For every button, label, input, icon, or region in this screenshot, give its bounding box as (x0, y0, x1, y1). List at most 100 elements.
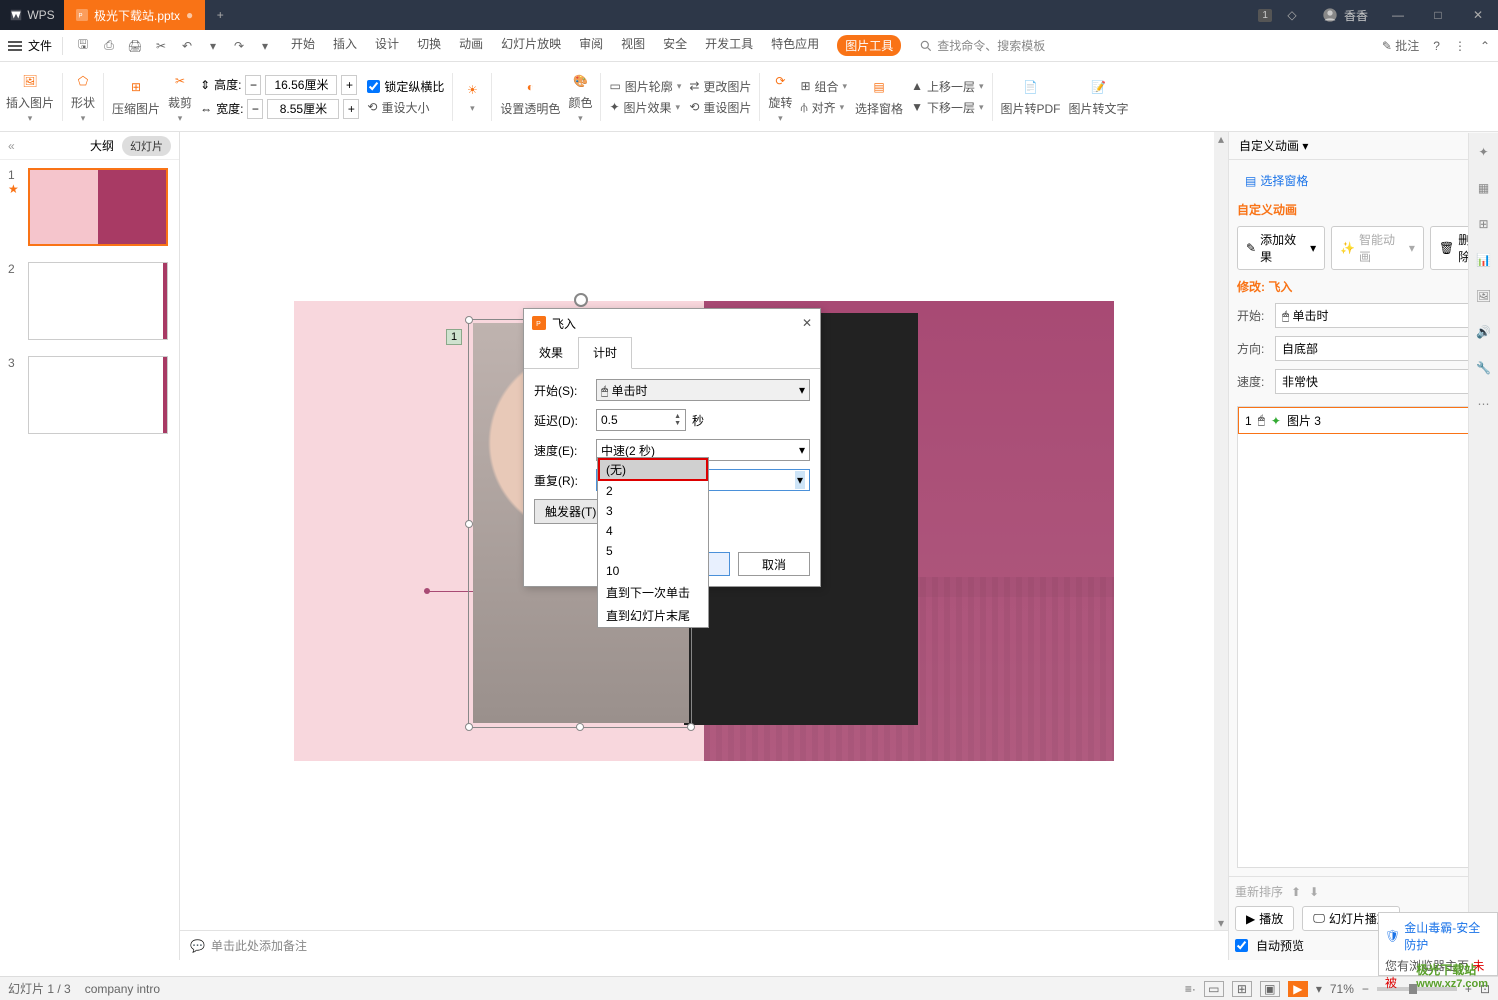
format-painter-icon[interactable]: ✂ (151, 39, 171, 53)
animation-tag[interactable]: 1 (446, 329, 462, 345)
scroll-down-icon[interactable]: ▾ (1214, 916, 1228, 930)
shape-button[interactable]: ⬠ 形状▾ (71, 70, 95, 124)
image-icon[interactable]: 🖼 (1475, 287, 1493, 305)
handle-br[interactable] (687, 723, 695, 731)
vertical-scrollbar[interactable]: ▴ ▾ (1214, 132, 1228, 930)
review-button[interactable]: ✎ 批注 (1382, 37, 1419, 54)
scroll-up-icon[interactable]: ▴ (1214, 132, 1228, 146)
undo-dropdown[interactable]: ▾ (203, 39, 223, 53)
smart-anim-button[interactable]: ✨ 智能动画 ▾ (1331, 226, 1424, 270)
reset-pic-button[interactable]: ⟲ 重设图片 (689, 99, 751, 116)
user-area[interactable]: 香香 (1312, 7, 1378, 24)
change-pic-button[interactable]: ⇄ 更改图片 (689, 78, 751, 95)
move-down-button[interactable]: ▼ 下移一层 ▾ (911, 99, 983, 116)
height-plus[interactable]: + (341, 75, 357, 95)
direction-select[interactable]: 自底部▾ (1275, 336, 1490, 361)
dlg-start-combo[interactable]: 🖱 单击时▾ (596, 379, 810, 401)
width-minus[interactable]: − (247, 99, 263, 119)
crop-button[interactable]: ✂ 裁剪▾ (168, 70, 192, 124)
notes-bar[interactable]: 💬 单击此处添加备注 (180, 930, 1228, 960)
redo-icon[interactable]: ↷ (229, 39, 249, 53)
dialog-tab-timing[interactable]: 计时 (578, 337, 632, 369)
audio-icon[interactable]: 🔊 (1475, 323, 1493, 341)
dropdown-option[interactable]: 直到下一次单击 (598, 581, 708, 604)
slides-tab[interactable]: 幻灯片 (122, 136, 171, 156)
dlg-cancel-button[interactable]: 取消 (738, 552, 810, 576)
more-icon[interactable]: ⋮ (1454, 39, 1466, 53)
handle-bl[interactable] (465, 723, 473, 731)
pic-to-text-button[interactable]: 📝 图片转文字 (1069, 76, 1129, 117)
dialog-close-icon[interactable]: ✕ (802, 316, 812, 330)
tab-view[interactable]: 视图 (621, 35, 645, 56)
print-icon[interactable]: 🖨 (125, 39, 145, 53)
dropdown-option[interactable]: 10 (598, 561, 708, 581)
slideshow-view-icon[interactable]: ▶ (1288, 981, 1308, 997)
speed-select[interactable]: 非常快▾ (1275, 369, 1490, 394)
tab-design[interactable]: 设计 (375, 35, 399, 56)
dropdown-option[interactable]: 3 (598, 501, 708, 521)
pic-to-pdf-button[interactable]: 📄 图片转PDF (1001, 76, 1061, 117)
handle-ml[interactable] (465, 520, 473, 528)
play-button[interactable]: ▶ 播放 (1235, 906, 1294, 931)
dropdown-option[interactable]: 5 (598, 541, 708, 561)
animation-item[interactable]: 1 🖱 ✦ 图片 3 (1238, 407, 1489, 434)
new-slide-icon[interactable]: ▦ (1475, 179, 1493, 197)
tab-special[interactable]: 特色应用 (771, 35, 819, 56)
dropdown-option[interactable]: (无) (598, 458, 708, 481)
animation-list[interactable]: 1 🖱 ✦ 图片 3 (1237, 406, 1490, 868)
collapse-panel-icon[interactable]: « (8, 139, 15, 153)
minimize-button[interactable]: — (1378, 0, 1418, 30)
zoom-out-icon[interactable]: − (1362, 982, 1369, 996)
handle-tl[interactable] (465, 316, 473, 324)
effect-button[interactable]: ✦ 图片效果 ▾ (609, 99, 681, 116)
start-select[interactable]: 🖱 单击时▾ (1275, 303, 1490, 328)
skin-icon[interactable]: ◇ (1272, 0, 1312, 30)
undo-icon[interactable]: ↶ (177, 39, 197, 53)
reading-view-icon[interactable]: ▣ (1260, 981, 1280, 997)
sorter-view-icon[interactable]: ⊞ (1232, 981, 1252, 997)
normal-view-icon[interactable]: ▭ (1204, 981, 1224, 997)
tab-security[interactable]: 安全 (663, 35, 687, 56)
select-pane-link[interactable]: ▤ 选择窗格 (1237, 168, 1490, 193)
tab-picture-tools[interactable]: 图片工具 (837, 35, 901, 56)
close-button[interactable]: ✕ (1458, 0, 1498, 30)
dropdown-option[interactable]: 2 (598, 481, 708, 501)
dlg-delay-spinner[interactable]: 0.5 ▲▼ (596, 409, 686, 431)
lock-ratio-checkbox[interactable]: 锁定纵横比 (367, 78, 444, 95)
more-panel-icon[interactable]: ⋯ (1475, 395, 1493, 413)
insert-picture-button[interactable]: 🖼 插入图片▾ (6, 70, 54, 124)
tab-transition[interactable]: 切换 (417, 35, 441, 56)
search-box[interactable]: 查找命令、搜索模板 (919, 37, 1045, 54)
save-icon[interactable]: 🖫 (73, 35, 93, 56)
selection-pane-button[interactable]: ▤ 选择窗格 (855, 76, 903, 117)
collapse-ribbon-icon[interactable]: ⌃ (1480, 39, 1490, 53)
brightness-button[interactable]: ☀▾ (461, 79, 483, 114)
slideshow-dropdown[interactable]: ▾ (1316, 982, 1322, 996)
outline-button[interactable]: ▭ 图片轮廓 ▾ (609, 78, 681, 95)
width-input[interactable] (267, 99, 339, 119)
hamburger-icon[interactable] (8, 41, 22, 51)
dialog-tab-effect[interactable]: 效果 (524, 337, 578, 368)
notification-badge[interactable]: 1 (1258, 9, 1272, 22)
rotate-button[interactable]: ⟳ 旋转▾ (768, 70, 792, 124)
tab-review[interactable]: 审阅 (579, 35, 603, 56)
notes-toggle-icon[interactable]: ≡· (1185, 982, 1196, 996)
slide-thumb-2[interactable]: 2 (8, 262, 171, 340)
height-input[interactable] (265, 75, 337, 95)
color-button[interactable]: 🎨 颜色▾ (568, 70, 592, 124)
reorder-up-icon[interactable]: ⬆ (1291, 885, 1301, 899)
reorder-down-icon[interactable]: ⬇ (1309, 885, 1319, 899)
add-effect-button[interactable]: ✎ 添加效果 ▾ (1237, 226, 1325, 270)
new-tab-button[interactable]: + (205, 0, 235, 30)
document-tab[interactable]: P 极光下载站.pptx ● (64, 0, 205, 30)
spin-up-icon[interactable]: ▲ (674, 413, 681, 420)
tools-icon[interactable]: 🔧 (1475, 359, 1493, 377)
spin-down-icon[interactable]: ▼ (674, 420, 681, 427)
zoom-level[interactable]: 71% (1330, 982, 1354, 996)
handle-bm[interactable] (576, 723, 584, 731)
tab-animation[interactable]: 动画 (459, 35, 483, 56)
redo-dropdown[interactable]: ▾ (255, 39, 275, 53)
outline-tab[interactable]: 大纲 (90, 137, 114, 154)
tab-devtools[interactable]: 开发工具 (705, 35, 753, 56)
dropdown-option[interactable]: 直到幻灯片末尾 (598, 604, 708, 627)
